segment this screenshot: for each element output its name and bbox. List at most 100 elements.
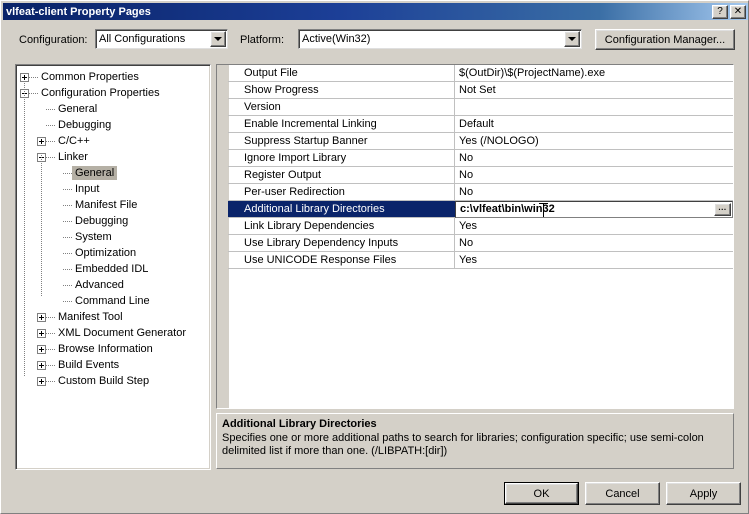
property-value-text: No: [459, 237, 473, 249]
tree-item-label: Embedded IDL: [72, 262, 151, 276]
property-name[interactable]: Enable Incremental Linking: [228, 116, 455, 132]
property-row[interactable]: Link Library DependenciesYes: [228, 218, 733, 235]
apply-button-label: Apply: [690, 488, 718, 500]
ok-button-label: OK: [534, 488, 550, 500]
tree-item-custom-build-step[interactable]: Custom Build Step: [20, 373, 210, 389]
platform-combo[interactable]: Active(Win32): [298, 29, 582, 49]
tree-item-command-line[interactable]: Command Line: [20, 293, 210, 309]
property-row[interactable]: Enable Incremental Linking Default: [228, 116, 733, 133]
description-body: Specifies one or more additional paths t…: [222, 432, 728, 458]
platform-combo-value: Active(Win32): [302, 33, 564, 45]
property-name[interactable]: Additional Library Directories: [228, 201, 455, 217]
cancel-button[interactable]: Cancel: [585, 482, 660, 505]
property-row[interactable]: Ignore Import LibraryNo: [228, 150, 733, 167]
tree-item-debugging[interactable]: Debugging: [20, 213, 210, 229]
tree-item-c-c[interactable]: C/C++: [20, 133, 210, 149]
property-value[interactable]: $(OutDir)\$(ProjectName).exe: [455, 65, 733, 81]
tree-item-general[interactable]: General: [20, 101, 210, 117]
property-row[interactable]: Register OutputNo: [228, 167, 733, 184]
tree-connector-icon: [29, 93, 38, 94]
tree-connector-icon: [63, 205, 72, 206]
tree-connector-icon: [46, 365, 55, 366]
tree-connector-icon: [46, 381, 55, 382]
tree-item-debugging[interactable]: Debugging: [20, 117, 210, 133]
configuration-combo[interactable]: All Configurations: [95, 29, 228, 49]
expand-icon[interactable]: [37, 137, 46, 146]
property-name[interactable]: Ignore Import Library: [228, 150, 455, 166]
property-name[interactable]: Use Library Dependency Inputs: [228, 235, 455, 251]
tree-item-label: General: [55, 102, 100, 116]
tree-item-browse-information[interactable]: Browse Information: [20, 341, 210, 357]
property-name[interactable]: Register Output: [228, 167, 455, 183]
property-value[interactable]: Default: [455, 116, 733, 132]
property-row[interactable]: Version: [228, 99, 733, 116]
tree-connector-icon: [24, 81, 25, 377]
configuration-manager-button[interactable]: Configuration Manager...: [595, 29, 735, 50]
tree-item-build-events[interactable]: Build Events: [20, 357, 210, 373]
tree-item-label: Debugging: [55, 118, 114, 132]
expand-icon[interactable]: [37, 377, 46, 386]
help-button[interactable]: ?: [712, 5, 728, 19]
property-value-text: Yes: [459, 254, 477, 266]
tree-item-common-properties[interactable]: Common Properties: [20, 69, 210, 85]
property-value-text: Not Set: [459, 84, 496, 96]
configuration-manager-label: Configuration Manager...: [605, 34, 725, 46]
property-tree-panel[interactable]: Common PropertiesConfiguration Propertie…: [15, 64, 211, 470]
expand-icon[interactable]: [37, 313, 46, 322]
property-value[interactable]: No: [455, 235, 733, 251]
expand-icon[interactable]: [37, 345, 46, 354]
property-row[interactable]: Output File$(OutDir)\$(ProjectName).exe: [228, 65, 733, 82]
property-value[interactable]: No: [455, 184, 733, 200]
tree-item-manifest-file[interactable]: Manifest File: [20, 197, 210, 213]
property-name[interactable]: Show Progress: [228, 82, 455, 98]
chevron-down-icon[interactable]: [564, 31, 580, 47]
tree-item-input[interactable]: Input: [20, 181, 210, 197]
property-name[interactable]: Link Library Dependencies: [228, 218, 455, 234]
property-grid-panel[interactable]: Output File$(OutDir)\$(ProjectName).exeS…: [216, 64, 734, 409]
tree-item-general[interactable]: General: [20, 165, 210, 181]
close-button[interactable]: ✕: [730, 5, 746, 19]
configuration-combo-value: All Configurations: [99, 33, 210, 45]
tree-item-advanced[interactable]: Advanced: [20, 277, 210, 293]
apply-button[interactable]: Apply: [666, 482, 741, 505]
tree-item-configuration-properties[interactable]: Configuration Properties: [20, 85, 210, 101]
tree-item-label: Configuration Properties: [38, 86, 163, 100]
property-row[interactable]: Use Library Dependency Inputs No: [228, 235, 733, 252]
property-value[interactable]: Not Set: [455, 82, 733, 98]
property-name[interactable]: Output File: [228, 65, 455, 81]
property-value[interactable]: Yes: [455, 252, 733, 268]
property-value-text: Yes (/NOLOGO): [459, 135, 539, 147]
property-value[interactable]: Yes (/NOLOGO): [455, 133, 733, 149]
ok-button[interactable]: OK: [504, 482, 579, 505]
title-bar-buttons: ? ✕: [712, 5, 746, 19]
tree-item-label: Custom Build Step: [55, 374, 152, 388]
property-row[interactable]: Show Progress Not Set: [228, 82, 733, 99]
expand-icon[interactable]: [37, 361, 46, 370]
property-value-text: Default: [459, 118, 494, 130]
tree-item-system[interactable]: System: [20, 229, 210, 245]
property-row[interactable]: Use UNICODE Response Files Yes: [228, 252, 733, 269]
property-value[interactable]: No: [455, 167, 733, 183]
property-row[interactable]: Additional Library Directoriesc:\vlfeat\…: [228, 201, 733, 218]
tree-item-manifest-tool[interactable]: Manifest Tool: [20, 309, 210, 325]
property-value[interactable]: No: [455, 150, 733, 166]
tree-connector-icon: [63, 173, 72, 174]
tree-item-label: Debugging: [72, 214, 131, 228]
browse-button[interactable]: ...: [714, 203, 731, 216]
property-name[interactable]: Per-user Redirection: [228, 184, 455, 200]
property-value[interactable]: Yes: [455, 218, 733, 234]
tree-item-label: Manifest Tool: [55, 310, 126, 324]
property-value[interactable]: c:\vlfeat\bin\win32...: [455, 201, 733, 218]
tree-item-embedded-idl[interactable]: Embedded IDL: [20, 261, 210, 277]
property-grid-rows: Output File$(OutDir)\$(ProjectName).exeS…: [228, 65, 733, 269]
property-row[interactable]: Per-user RedirectionNo: [228, 184, 733, 201]
property-row[interactable]: Suppress Startup Banner Yes (/NOLOGO): [228, 133, 733, 150]
property-name[interactable]: Version: [228, 99, 455, 115]
tree-item-xml-document-generator[interactable]: XML Document Generator: [20, 325, 210, 341]
property-name[interactable]: Use UNICODE Response Files: [228, 252, 455, 268]
tree-item-linker[interactable]: Linker: [20, 149, 210, 165]
tree-item-optimization[interactable]: Optimization: [20, 245, 210, 261]
property-name[interactable]: Suppress Startup Banner: [228, 133, 455, 149]
expand-icon[interactable]: [37, 329, 46, 338]
chevron-down-icon[interactable]: [210, 31, 226, 47]
